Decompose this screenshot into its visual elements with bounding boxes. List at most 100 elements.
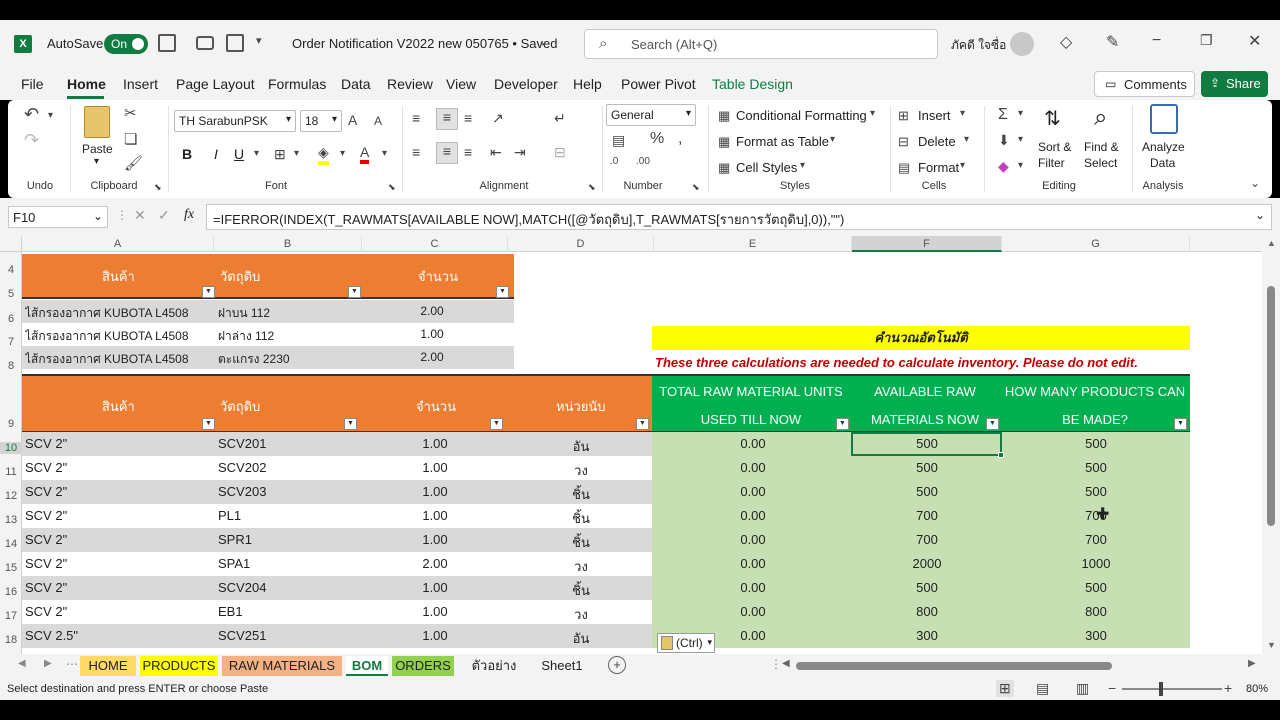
col-header-f[interactable]: F	[852, 236, 1002, 252]
clipboard-launcher-icon[interactable]: ⬊	[154, 182, 162, 193]
sheet-tab-home[interactable]: HOME	[80, 656, 136, 676]
orientation-icon[interactable]: ↗	[492, 110, 504, 127]
cancel-icon[interactable]: ✕	[134, 207, 146, 224]
close-icon[interactable]: ✕	[1248, 31, 1261, 51]
sheet-tab-sheet1[interactable]: Sheet1	[534, 656, 590, 676]
align-bottom-icon[interactable]: ≡	[464, 110, 472, 126]
zoom-out-icon[interactable]: −	[1108, 680, 1116, 696]
pen-icon[interactable]: ✎	[1106, 32, 1119, 52]
formula-input[interactable]: =IFERROR(INDEX(T_RAWMATS[AVAILABLE NOW],…	[206, 204, 1272, 230]
decrease-decimal-icon[interactable]: .00	[636, 156, 650, 167]
font-color-icon[interactable]: A	[360, 144, 370, 164]
menu-page-layout[interactable]: Page Layout	[176, 76, 255, 92]
align-left-icon[interactable]: ≡	[412, 144, 420, 160]
paste-options-button[interactable]: (Ctrl) ▾	[657, 633, 715, 653]
conditional-formatting-button[interactable]: Conditional Formatting	[736, 108, 867, 123]
scroll-thumb[interactable]	[1267, 286, 1275, 526]
number-launcher-icon[interactable]: ⬊	[692, 182, 700, 193]
table2-row[interactable]: SCV 2" SCV203 1.00 ชิ้น 0.00 500 500	[22, 480, 1190, 504]
fill-color-icon[interactable]: ◈	[318, 144, 329, 165]
format-as-table-button[interactable]: Format as Table	[736, 134, 829, 149]
row-header-12[interactable]: 12	[0, 490, 22, 502]
borders-chevron-icon[interactable]: ▾	[294, 148, 299, 159]
diamond-icon[interactable]: ◇	[1060, 32, 1072, 52]
filter-dropdown-icon[interactable]: ▼	[202, 286, 215, 298]
table2-row[interactable]: SCV 2" SCV201 1.00 อัน 0.00 500 500	[22, 432, 1190, 456]
sheet-tab-bom[interactable]: BOM	[346, 656, 388, 676]
row-header-13[interactable]: 13	[0, 514, 22, 526]
menu-review[interactable]: Review	[387, 76, 433, 92]
number-format-select[interactable]: General ▾	[606, 104, 696, 126]
avatar[interactable]	[1010, 32, 1034, 56]
add-sheet-icon[interactable]: +	[608, 656, 626, 674]
filter-dropdown-icon[interactable]: ▼	[348, 286, 361, 298]
tab-scroll-right-icon[interactable]: ▶	[44, 658, 52, 669]
comments-button[interactable]: ▭ Comments	[1094, 71, 1195, 97]
restore-icon[interactable]: ❐	[1200, 32, 1213, 49]
menu-file[interactable]: File	[21, 76, 44, 92]
ribbon-collapse-chevron-icon[interactable]: ⌄	[1250, 176, 1260, 190]
active-cell-f10[interactable]	[851, 432, 1002, 456]
filter-dropdown-icon[interactable]: ▼	[490, 418, 503, 430]
increase-indent-icon[interactable]: ⇥	[514, 144, 526, 161]
comma-icon[interactable]: ,	[678, 130, 682, 148]
font-name-select[interactable]: TH SarabunPSK ▾	[174, 110, 296, 132]
row-header-15[interactable]: 15	[0, 562, 22, 574]
worksheet[interactable]: A B C D E F G 4 5 6 7 8 9 10 11 12 13 14…	[0, 236, 1280, 654]
menu-home[interactable]: Home	[67, 76, 106, 92]
row-header-17[interactable]: 17	[0, 610, 22, 622]
table2-row[interactable]: SCV 2" PL1 1.00 ชิ้น 0.00 700 700	[22, 504, 1190, 528]
insert-function-icon[interactable]: fx	[184, 207, 194, 223]
name-box[interactable]: F10 ⌄	[8, 206, 108, 228]
tab-more-icon[interactable]: ⋯	[66, 657, 78, 671]
fill-down-icon[interactable]: ⬇	[998, 132, 1010, 149]
font-color-chevron-icon[interactable]: ▾	[382, 148, 387, 159]
row-header-6[interactable]: 6	[0, 313, 22, 325]
user-name[interactable]: ภัคดี ใจซื่อ	[951, 36, 1006, 55]
title-chevron-down-icon[interactable]: ⌄	[538, 34, 548, 48]
menu-table-design[interactable]: Table Design	[712, 76, 793, 92]
cell-styles-button[interactable]: Cell Styles	[736, 160, 797, 175]
select-all-corner[interactable]	[0, 236, 22, 252]
camera-icon[interactable]	[196, 36, 214, 50]
clear-chevron-icon[interactable]: ▾	[1018, 160, 1023, 171]
sheet-tab-ตัวอย่าง[interactable]: ตัวอย่าง	[458, 656, 530, 676]
increase-decimal-icon[interactable]: .0	[610, 156, 618, 167]
normal-view-icon[interactable]: ⊞	[996, 680, 1014, 697]
table2-row[interactable]: SCV 2.5" SCV251 1.00 อัน 0.00 300 300	[22, 624, 1190, 648]
paste-button[interactable]: Paste ▾	[78, 104, 118, 170]
filter-dropdown-icon[interactable]: ▼	[1174, 418, 1187, 430]
font-size-select[interactable]: 18 ▾	[300, 110, 342, 132]
col-header-b[interactable]: B	[214, 236, 362, 252]
format-painter-icon[interactable]: 🖌	[124, 154, 143, 172]
table1-row[interactable]: ไส้กรองอากาศ KUBOTA L4508 ฝาล่าง 112 1.00	[22, 323, 514, 346]
menu-help[interactable]: Help	[573, 76, 602, 92]
search-box[interactable]: ⌕ Search (Alt+Q)	[584, 29, 938, 59]
sheet-tab-raw-materials[interactable]: RAW MATERIALS	[222, 656, 342, 676]
table2-row[interactable]: SCV 2" SPA1 2.00 วง 0.00 2000 1000	[22, 552, 1190, 576]
row-header-18[interactable]: 18	[0, 634, 22, 646]
col-header-d[interactable]: D	[508, 236, 654, 252]
insert-cells-button[interactable]: Insert	[918, 108, 951, 123]
h-scroll-left-icon[interactable]: ◀	[782, 658, 790, 669]
row-header-10[interactable]: 10	[0, 442, 22, 454]
filter-dropdown-icon[interactable]: ▼	[496, 286, 509, 298]
autosum-icon[interactable]: Σ	[998, 106, 1008, 124]
h-scroll-thumb[interactable]	[796, 662, 1112, 670]
menu-formulas[interactable]: Formulas	[268, 76, 326, 92]
table1-row[interactable]: ไส้กรองอากาศ KUBOTA L4508 ฝาบน 112 2.00	[22, 300, 514, 323]
decrease-font-icon[interactable]: A	[374, 114, 382, 128]
percent-icon[interactable]: %	[650, 130, 664, 148]
row-header-8[interactable]: 8	[0, 360, 22, 372]
currency-icon[interactable]: ▤	[612, 132, 625, 149]
col-header-g[interactable]: G	[1002, 236, 1190, 252]
borders-icon[interactable]: ⊞	[274, 146, 286, 163]
decrease-indent-icon[interactable]: ⇤	[490, 144, 502, 161]
filter-dropdown-icon[interactable]: ▼	[986, 418, 999, 430]
fill-chevron-icon[interactable]: ▾	[340, 148, 345, 159]
table2-row[interactable]: SCV 2" SCV204 1.00 ชิ้น 0.00 500 500	[22, 576, 1190, 600]
sort-filter-button[interactable]: ⇅ Sort & Filter	[1038, 104, 1082, 176]
wrap-text-icon[interactable]: ↵	[554, 110, 566, 127]
zoom-level[interactable]: 80%	[1246, 683, 1268, 695]
filter-dropdown-icon[interactable]: ▼	[836, 418, 849, 430]
